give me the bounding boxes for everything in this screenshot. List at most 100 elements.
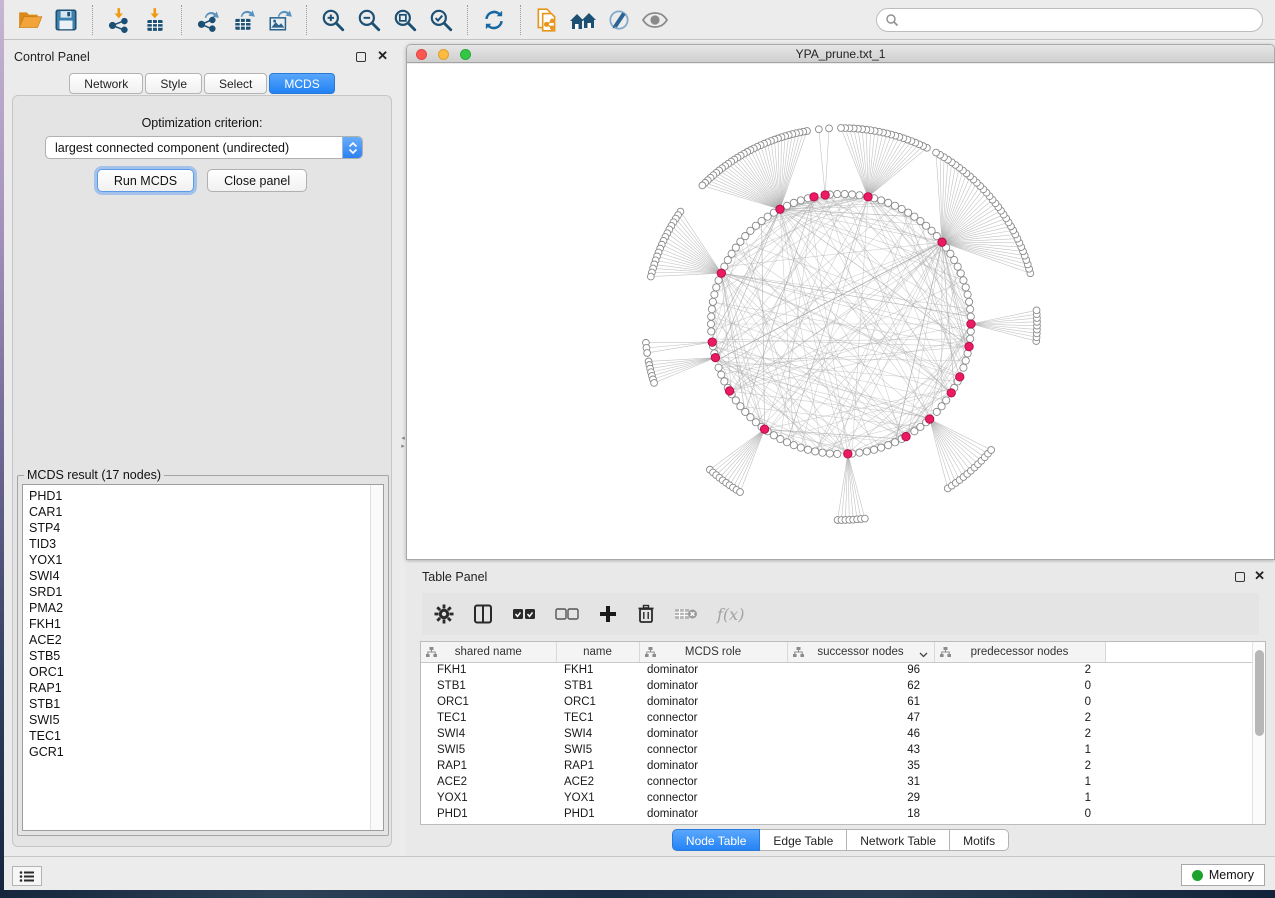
import-network-icon[interactable] <box>104 5 134 35</box>
mcds-hub-node[interactable] <box>717 269 725 277</box>
mcds-result-item[interactable]: ACE2 <box>29 632 383 648</box>
mcds-hub-node[interactable] <box>708 338 716 346</box>
table-cell[interactable]: RAP1 <box>556 758 639 774</box>
delete-table-icon[interactable] <box>674 606 698 622</box>
table-cell[interactable]: dominator <box>639 662 787 678</box>
panel-menu-button[interactable] <box>12 866 42 886</box>
column-header-MCDS-role[interactable]: MCDS role <box>639 642 787 662</box>
search-input[interactable] <box>899 10 1254 30</box>
close-panel-icon[interactable]: ✕ <box>1254 568 1265 584</box>
optimization-select[interactable]: largest connected component (undirected) <box>45 136 363 159</box>
network-node[interactable] <box>715 364 722 371</box>
tab-select[interactable]: Select <box>204 73 267 94</box>
zoom-selected-icon[interactable] <box>426 5 456 35</box>
network-node[interactable] <box>943 397 950 404</box>
network-node[interactable] <box>841 190 848 197</box>
zoom-in-icon[interactable] <box>318 5 348 35</box>
table-cell[interactable]: SWI4 <box>556 726 639 742</box>
network-node[interactable] <box>834 190 841 197</box>
mcds-result-item[interactable]: PMA2 <box>29 600 383 616</box>
column-header-predecessor-nodes[interactable]: predecessor nodes <box>934 642 1105 662</box>
float-panel-icon[interactable] <box>1235 572 1245 582</box>
table-row[interactable]: SWI4SWI4dominator462 <box>421 726 1253 742</box>
network-node[interactable] <box>962 284 969 291</box>
network-node[interactable] <box>898 205 905 212</box>
network-node[interactable] <box>790 442 797 449</box>
table-cell[interactable]: dominator <box>639 694 787 710</box>
close-panel-button[interactable]: Close panel <box>207 169 307 192</box>
table-row[interactable]: SWI5SWI5connector431 <box>421 742 1253 758</box>
select-all-icon[interactable] <box>512 607 536 621</box>
network-node[interactable] <box>849 191 856 198</box>
tab-edge-table[interactable]: Edge Table <box>760 829 847 851</box>
column-header-shared-name[interactable]: shared name <box>421 642 556 662</box>
table-cell[interactable]: 2 <box>934 710 1105 726</box>
network-node[interactable] <box>960 277 967 284</box>
table-cell[interactable]: 61 <box>787 694 934 710</box>
tab-network[interactable]: Network <box>69 73 143 94</box>
refresh-layout-icon[interactable] <box>479 5 509 35</box>
save-icon[interactable] <box>51 5 81 35</box>
table-cell[interactable]: TEC1 <box>421 710 556 726</box>
network-node[interactable] <box>856 449 863 456</box>
network-node[interactable] <box>708 306 715 313</box>
table-row[interactable]: STB1STB1dominator620 <box>421 678 1253 694</box>
table-cell[interactable]: 2 <box>934 662 1105 678</box>
table-cell[interactable]: 2 <box>934 758 1105 774</box>
network-node[interactable] <box>777 435 784 442</box>
table-cell[interactable]: 62 <box>787 678 934 694</box>
network-node[interactable] <box>967 328 974 335</box>
network-node[interactable] <box>878 444 885 451</box>
table-cell[interactable]: 1 <box>934 790 1105 806</box>
table-cell[interactable]: dominator <box>639 726 787 742</box>
table-cell[interactable]: 18 <box>787 806 934 822</box>
table-row[interactable]: ACE2ACE2connector311 <box>421 774 1253 790</box>
table-row[interactable]: TEC1TEC1connector472 <box>421 710 1253 726</box>
network-node[interactable] <box>699 182 706 189</box>
network-node[interactable] <box>812 448 819 455</box>
mcds-result-item[interactable]: TEC1 <box>29 728 383 744</box>
network-node[interactable] <box>707 320 714 327</box>
table-cell[interactable]: connector <box>639 742 787 758</box>
network-node[interactable] <box>721 378 728 385</box>
table-cell[interactable]: FKH1 <box>421 662 556 678</box>
table-cell[interactable]: 46 <box>787 726 934 742</box>
deselect-all-icon[interactable] <box>555 607 579 621</box>
mcds-result-item[interactable]: SWI5 <box>29 712 383 728</box>
mcds-hub-node[interactable] <box>821 191 829 199</box>
float-panel-icon[interactable] <box>356 52 366 62</box>
network-node[interactable] <box>713 284 720 291</box>
zoom-fit-icon[interactable] <box>390 5 420 35</box>
network-node[interactable] <box>826 125 833 132</box>
table-cell[interactable]: 96 <box>787 662 934 678</box>
network-node[interactable] <box>957 270 964 277</box>
table-cell[interactable]: ORC1 <box>556 694 639 710</box>
open-file-icon[interactable] <box>15 5 45 35</box>
network-node[interactable] <box>790 199 797 206</box>
delete-column-icon[interactable] <box>637 604 655 624</box>
network-node[interactable] <box>856 192 863 199</box>
table-cell[interactable]: STB1 <box>421 678 556 694</box>
network-node[interactable] <box>1033 307 1040 314</box>
network-node[interactable] <box>797 197 804 204</box>
network-node[interactable] <box>861 515 868 522</box>
network-node[interactable] <box>967 306 974 313</box>
zoom-out-icon[interactable] <box>354 5 384 35</box>
tab-network-table[interactable]: Network Table <box>847 829 950 851</box>
tab-mcds[interactable]: MCDS <box>269 73 334 94</box>
table-cell[interactable]: ACE2 <box>421 774 556 790</box>
mcds-result-item[interactable]: STB1 <box>29 696 383 712</box>
network-node[interactable] <box>647 273 654 280</box>
network-node[interactable] <box>967 335 974 342</box>
add-column-icon[interactable] <box>598 604 618 624</box>
mcds-hub-node[interactable] <box>925 415 933 423</box>
network-node[interactable] <box>988 447 995 454</box>
mcds-result-item[interactable]: RAP1 <box>29 680 383 696</box>
result-scrollbar[interactable] <box>370 485 383 830</box>
network-node[interactable] <box>885 442 892 449</box>
table-cell[interactable]: dominator <box>639 806 787 822</box>
column-header-name[interactable]: name <box>556 642 639 662</box>
table-cell[interactable]: YOX1 <box>556 790 639 806</box>
network-node[interactable] <box>954 263 961 270</box>
mcds-hub-node[interactable] <box>965 342 973 350</box>
